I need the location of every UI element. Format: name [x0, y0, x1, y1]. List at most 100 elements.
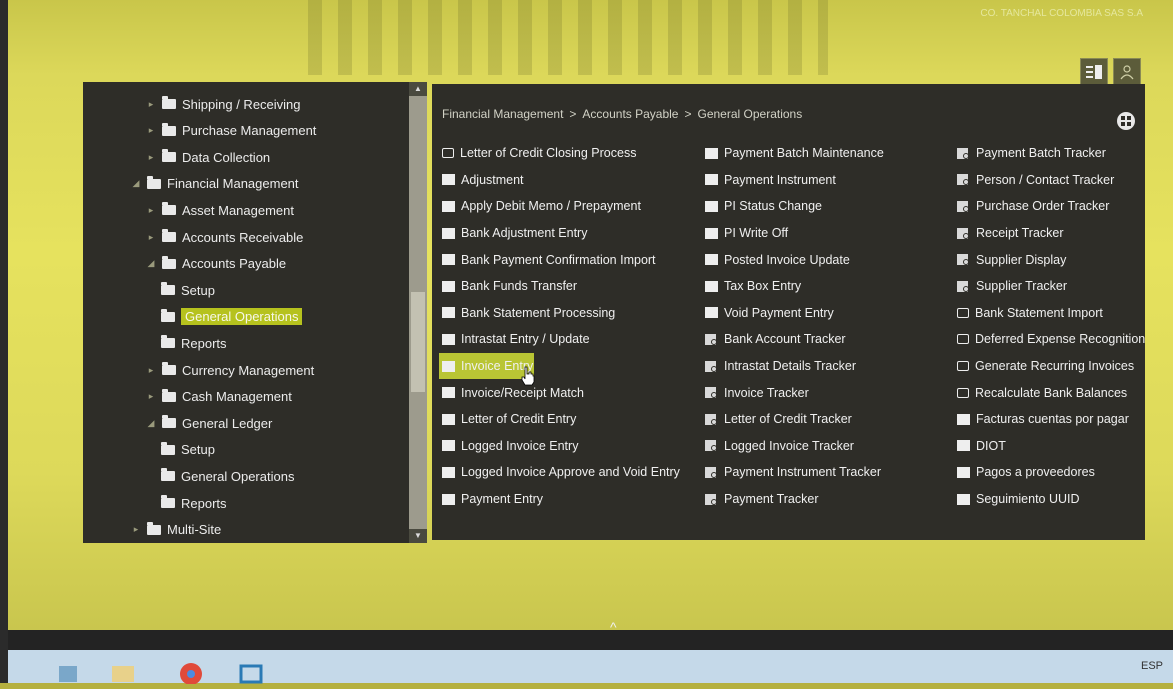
tree-item-general-operations[interactable]: General Operations [161, 307, 303, 327]
user-button[interactable] [1113, 58, 1141, 86]
menu-item-supplier-tracker[interactable]: Supplier Tracker [957, 273, 1145, 300]
tree-item-setup[interactable]: Setup [161, 280, 215, 300]
menu-item-adjustment[interactable]: Adjustment [442, 167, 680, 194]
file-explorer-button[interactable] [108, 658, 138, 684]
tree-item-accounts-payable[interactable]: ◢ Accounts Payable [146, 254, 286, 274]
menu-item-deferred-expense-recognition[interactable]: Deferred Expense Recognition [957, 326, 1145, 353]
menu-item-void-payment-entry[interactable]: Void Payment Entry [705, 300, 884, 327]
collapsed-arrow-icon[interactable]: ▸ [146, 99, 156, 110]
expanded-arrow-icon[interactable]: ◢ [131, 178, 141, 189]
tree-item-general-ledger[interactable]: ◢ General Ledger [146, 413, 272, 433]
grid-view-button[interactable] [1117, 112, 1135, 130]
app-taskbar-button[interactable] [236, 658, 266, 684]
tree-item-accounts-receivable[interactable]: ▸ Accounts Receivable [146, 227, 303, 247]
tree-item-purchase-management[interactable]: ▸ Purchase Management [146, 121, 316, 141]
menu-item-bank-payment-confirmation-import[interactable]: Bank Payment Confirmation Import [442, 246, 680, 273]
menu-item-letter-of-credit-entry[interactable]: Letter of Credit Entry [442, 406, 680, 433]
grid-icon [1121, 116, 1131, 126]
scroll-up-button[interactable]: ▲ [409, 82, 427, 96]
menu-column-1: Letter of Credit Closing Process Adjustme… [439, 140, 680, 513]
tree-item-cash-management[interactable]: ▸ Cash Management [146, 387, 292, 407]
menu-item-payment-instrument[interactable]: Payment Instrument [705, 167, 884, 194]
menu-item-recalculate-bank-balances[interactable]: Recalculate Bank Balances [957, 379, 1145, 406]
tree-item-shipping-receiving[interactable]: ▸ Shipping / Receiving [146, 94, 301, 114]
expand-panel-toggle[interactable]: ^ [610, 619, 617, 635]
menu-item-purchase-order-tracker[interactable]: Purchase Order Tracker [957, 193, 1145, 220]
menu-item-apply-debit-memo-prepayment[interactable]: Apply Debit Memo / Prepayment [442, 193, 680, 220]
menu-item-intrastat-details-tracker[interactable]: Intrastat Details Tracker [705, 353, 884, 380]
menu-item-letter-of-credit-tracker[interactable]: Letter of Credit Tracker [705, 406, 884, 433]
menu-item-payment-batch-maintenance[interactable]: Payment Batch Maintenance [705, 140, 884, 167]
menu-item-posted-invoice-update[interactable]: Posted Invoice Update [705, 246, 884, 273]
scroll-thumb[interactable] [411, 292, 425, 392]
collapsed-arrow-icon[interactable]: ▸ [146, 391, 156, 402]
menu-item-seguimiento-uuid[interactable]: Seguimiento UUID [957, 486, 1145, 513]
menu-item-diot[interactable]: DIOT [957, 433, 1145, 460]
menu-item-tax-box-entry[interactable]: Tax Box Entry [705, 273, 884, 300]
menu-item-intrastat-entry-update[interactable]: Intrastat Entry / Update [442, 326, 680, 353]
menu-item-payment-batch-tracker[interactable]: Payment Batch Tracker [957, 140, 1145, 167]
menu-item-generate-recurring-invoices[interactable]: Generate Recurring Invoices [957, 353, 1145, 380]
tree-scrollbar[interactable]: ▲ ▼ [409, 82, 427, 543]
program-icon [957, 493, 970, 505]
tree-item-general-operations[interactable]: General Operations [161, 466, 294, 486]
collapsed-arrow-icon[interactable]: ▸ [146, 232, 156, 243]
collapsed-arrow-icon[interactable]: ▸ [146, 365, 156, 376]
breadcrumb-separator: > [684, 107, 692, 121]
tracker-icon [957, 227, 970, 239]
tracker-icon [705, 360, 718, 372]
menu-item-bank-statement-processing[interactable]: Bank Statement Processing [442, 300, 680, 327]
menu-item-person-contact-tracker[interactable]: Person / Contact Tracker [957, 167, 1145, 194]
menu-item-bank-funds-transfer[interactable]: Bank Funds Transfer [442, 273, 680, 300]
language-indicator[interactable]: ESP [1141, 660, 1163, 672]
chrome-button[interactable] [176, 658, 206, 685]
tree-item-reports[interactable]: Reports [161, 333, 227, 353]
menu-item-label: Payment Instrument [724, 172, 836, 187]
menu-item-logged-invoice-entry[interactable]: Logged Invoice Entry [442, 433, 680, 460]
tree-item-reports[interactable]: Reports [161, 493, 227, 513]
menu-item-receipt-tracker[interactable]: Receipt Tracker [957, 220, 1145, 247]
menu-item-logged-invoice-tracker[interactable]: Logged Invoice Tracker [705, 433, 884, 460]
collapsed-arrow-icon[interactable]: ▸ [146, 205, 156, 216]
menu-item-invoice-receipt-match[interactable]: Invoice/Receipt Match [442, 379, 680, 406]
tree-item-label: Accounts Receivable [182, 229, 304, 245]
start-button[interactable] [53, 658, 83, 684]
expanded-arrow-icon[interactable]: ◢ [146, 258, 156, 269]
menu-item-bank-adjustment-entry[interactable]: Bank Adjustment Entry [442, 220, 680, 247]
tree-item-currency-management[interactable]: ▸ Currency Management [146, 360, 314, 380]
menu-item-pagos-a-proveedores[interactable]: Pagos a proveedores [957, 459, 1145, 486]
menu-item-payment-entry[interactable]: Payment Entry [442, 486, 680, 513]
menu-item-pi-write-off[interactable]: PI Write Off [705, 220, 884, 247]
tracker-icon [957, 174, 970, 186]
breadcrumb-financial-management[interactable]: Financial Management [442, 107, 563, 121]
collapsed-arrow-icon[interactable]: ▸ [146, 125, 156, 136]
tree-item-label: Asset Management [182, 202, 295, 218]
menu-view-button[interactable] [1080, 58, 1108, 86]
menu-item-label: Receipt Tracker [976, 226, 1064, 241]
menu-item-bank-statement-import[interactable]: Bank Statement Import [957, 300, 1145, 327]
tree-item-financial-management[interactable]: ◢ Financial Management [131, 174, 299, 194]
tracker-icon [705, 333, 718, 345]
tree-item-multi-site[interactable]: ▸ Multi-Site [131, 520, 221, 540]
expanded-arrow-icon[interactable]: ◢ [146, 418, 156, 429]
folder-icon [161, 468, 175, 482]
scroll-down-button[interactable]: ▼ [409, 529, 427, 543]
tree-item-asset-management[interactable]: ▸ Asset Management [146, 200, 294, 220]
menu-item-logged-invoice-approve-and-void-entry[interactable]: Logged Invoice Approve and Void Entry [442, 459, 680, 486]
menu-item-pi-status-change[interactable]: PI Status Change [705, 193, 884, 220]
collapsed-arrow-icon[interactable]: ▸ [146, 152, 156, 163]
tree-item-data-collection[interactable]: ▸ Data Collection [146, 147, 270, 167]
tree-item-label: Cash Management [182, 389, 292, 405]
menu-item-invoice-tracker[interactable]: Invoice Tracker [705, 379, 884, 406]
menu-item-letter-of-credit-closing-process[interactable]: Letter of Credit Closing Process [442, 140, 680, 167]
collapsed-arrow-icon[interactable]: ▸ [131, 524, 141, 535]
menu-item-payment-tracker[interactable]: Payment Tracker [705, 486, 884, 513]
menu-item-facturas-cuentas-por-pagar[interactable]: Facturas cuentas por pagar [957, 406, 1145, 433]
menu-item-payment-instrument-tracker[interactable]: Payment Instrument Tracker [705, 459, 884, 486]
menu-item-bank-account-tracker[interactable]: Bank Account Tracker [705, 326, 884, 353]
menu-item-supplier-display[interactable]: Supplier Display [957, 246, 1145, 273]
link-icon [957, 334, 969, 345]
tree-item-setup[interactable]: Setup [161, 440, 215, 460]
program-icon [705, 280, 718, 292]
breadcrumb-accounts-payable[interactable]: Accounts Payable [582, 107, 678, 121]
